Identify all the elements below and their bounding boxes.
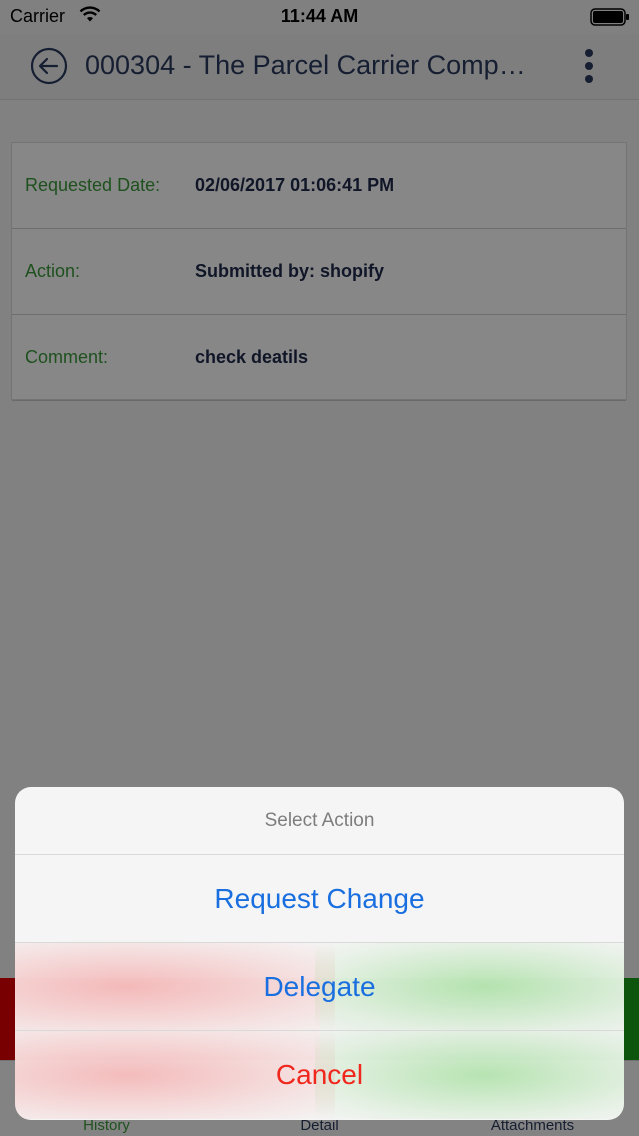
delegate-label: Delegate bbox=[263, 971, 376, 1002]
request-change-button[interactable]: Request Change bbox=[15, 855, 624, 943]
cancel-label: Cancel bbox=[275, 1059, 364, 1090]
request-change-label: Request Change bbox=[214, 883, 425, 914]
screen: Carrier 11:44 AM 000304 - The Parcel Car… bbox=[0, 0, 639, 1136]
delegate-button[interactable]: Delegate bbox=[15, 943, 624, 1031]
action-sheet: Select Action Request Change Delegate Ca… bbox=[15, 787, 624, 1120]
cancel-button[interactable]: Cancel bbox=[15, 1031, 624, 1119]
action-sheet-title: Select Action bbox=[15, 787, 624, 855]
